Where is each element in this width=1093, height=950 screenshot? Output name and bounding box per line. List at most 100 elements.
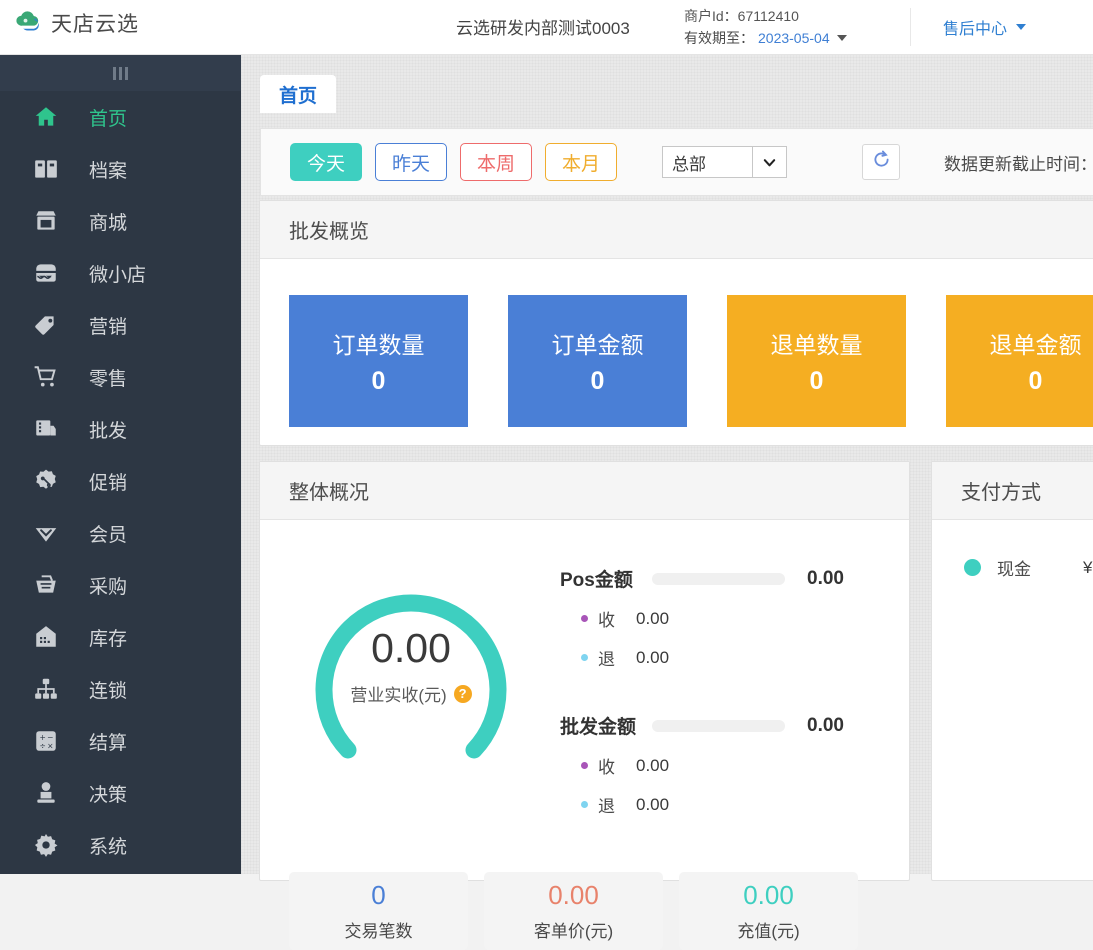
tab-bar: 首页 [241,55,1093,100]
amount-breakdown: Pos金额 0.00 收 0.00 退 0.00 批发金额 [560,565,890,859]
sidebar-collapse-toggle[interactable] [0,55,241,91]
sidebar-item-micro-shop[interactable]: 微小店 [0,247,241,299]
gauge-center-labels: 0.00 营业实收(元) ? [286,547,536,787]
sidebar-item-settlement[interactable]: +−÷× 结算 [0,715,241,767]
shopping-cart-icon [33,364,59,390]
sidebar-item-chain[interactable]: 连锁 [0,663,241,715]
kpi-value: 0 [1029,367,1043,396]
wholesale-refund-row: 退 0.00 [581,792,890,817]
range-this-month-button[interactable]: 本月 [545,143,617,181]
refund-dot-icon [581,654,588,661]
wholesale-amount-label: 批发金额 [560,712,646,739]
sidebar-item-label: 系统 [89,832,127,859]
svg-text:−: − [47,733,53,742]
sidebar-item-member[interactable]: 会员 [0,507,241,559]
calculator-icon: +−÷× [33,728,59,754]
wholesale-amount-header: 批发金额 0.00 [560,712,890,739]
sidebar-item-label: 档案 [89,156,127,183]
sidebar-item-purchase[interactable]: 采购 [0,559,241,611]
gauge-value: 0.00 [371,628,451,669]
overall-overview-panel: 整体概况 0.00 营业实收(元) ? Pos金额 0.00 收 [259,461,910,881]
pos-amount-group: Pos金额 0.00 收 0.00 退 0.00 [560,565,890,670]
tag-icon [33,312,59,338]
sidebar-item-mall[interactable]: 商城 [0,195,241,247]
stat-label: 交易笔数 [345,917,413,942]
sidebar-item-retail[interactable]: 零售 [0,351,241,403]
wholesale-kpi-row: 订单数量 0 订单金额 0 退单数量 0 退单金额 0 [260,259,1093,427]
top-header: 天店云选 云选研发内部测试0003 商户Id：67112410 有效期至： 20… [0,0,1093,55]
question-mark-icon[interactable]: ? [454,685,472,703]
kpi-refund-amount[interactable]: 退单金额 0 [946,295,1093,427]
brand-logo-text: 天店云选 [51,8,139,38]
refund-dot-icon [581,801,588,808]
store-select-value: 总部 [672,150,706,175]
kpi-label: 订单数量 [333,326,425,360]
wholesale-income-row: 收 0.00 [581,753,890,778]
range-this-week-button[interactable]: 本周 [460,143,532,181]
merchant-info: 商户Id：67112410 有效期至： 2023-05-04 [684,5,847,49]
pos-amount-header: Pos金额 0.00 [560,565,890,592]
kpi-label: 退单金额 [990,326,1082,360]
range-yesterday-button[interactable]: 昨天 [375,143,447,181]
overall-overview-body: 0.00 营业实收(元) ? Pos金额 0.00 收 0.00 [260,520,909,880]
home-icon [33,104,59,130]
header-divider [910,8,911,46]
sidebar-item-system[interactable]: 系统 [0,819,241,871]
stat-value: 0.00 [743,880,794,911]
income-label: 收 [598,753,615,778]
sidebar-item-promotion[interactable]: 促销 [0,455,241,507]
chevron-down-icon [837,35,847,41]
svg-text:+: + [40,733,46,742]
payment-method-label: 现金 [997,555,1031,580]
sidebar-item-archive[interactable]: 档案 [0,143,241,195]
income-value: 0.00 [636,609,669,629]
payment-methods-panel: 支付方式 现金 ¥0 [931,461,1093,881]
truck-icon [33,416,59,442]
sidebar-item-inventory[interactable]: 库存 [0,611,241,663]
kpi-order-amount[interactable]: 订单金额 0 [508,295,687,427]
expire-date-dropdown[interactable]: 有效期至： 2023-05-04 [684,27,847,49]
range-today-button[interactable]: 今天 [290,143,362,181]
sidebar-item-label: 连锁 [89,676,127,703]
chevron-down-icon [753,147,786,177]
stat-transaction-count: 0 交易笔数 [289,872,468,950]
kpi-value: 0 [372,367,386,396]
kpi-refund-count[interactable]: 退单数量 0 [727,295,906,427]
refresh-icon [871,149,892,175]
kpi-order-count[interactable]: 订单数量 0 [289,295,468,427]
income-label: 收 [598,606,615,631]
aftersales-center-menu[interactable]: 售后中心 [943,15,1026,39]
stat-value: 0 [371,880,385,911]
refund-value: 0.00 [636,648,669,668]
payment-method-amount: ¥0 [1083,558,1093,578]
svg-text:÷: ÷ [40,742,46,751]
sidebar-item-label: 决策 [89,780,127,807]
refund-label: 退 [598,792,615,817]
payment-row-cash: 现金 ¥0 [932,520,1093,580]
sidebar-item-home[interactable]: 首页 [0,91,241,143]
collapse-bars-icon [125,67,128,80]
sidebar-item-label: 营销 [89,312,127,339]
stat-average-order-value: 0.00 客单价(元) [484,872,663,950]
archive-icon [33,156,59,182]
refresh-button[interactable] [862,144,900,180]
sidebar-item-marketing[interactable]: 营销 [0,299,241,351]
wholesale-overview-title: 批发概览 [260,201,1093,259]
brand-logo[interactable]: 天店云选 [14,8,139,38]
pos-amount-label: Pos金额 [560,565,646,592]
sidebar-item-label: 首页 [89,104,127,131]
income-value: 0.00 [636,756,669,776]
sidebar-item-label: 零售 [89,364,127,391]
income-dot-icon [581,615,588,622]
store-select[interactable]: 总部 [662,146,787,178]
merchant-id: 商户Id：67112410 [684,5,847,27]
tab-home[interactable]: 首页 [260,75,336,113]
wholesale-amount-group: 批发金额 0.00 收 0.00 退 0.00 [560,712,890,817]
sidebar-item-wholesale[interactable]: 批发 [0,403,241,455]
stat-value: 0.00 [548,880,599,911]
collapse-bars-icon [119,67,122,80]
sitemap-icon [33,676,59,702]
gear-icon [33,832,59,858]
sidebar-item-label: 会员 [89,520,127,547]
sidebar-item-decision[interactable]: 决策 [0,767,241,819]
